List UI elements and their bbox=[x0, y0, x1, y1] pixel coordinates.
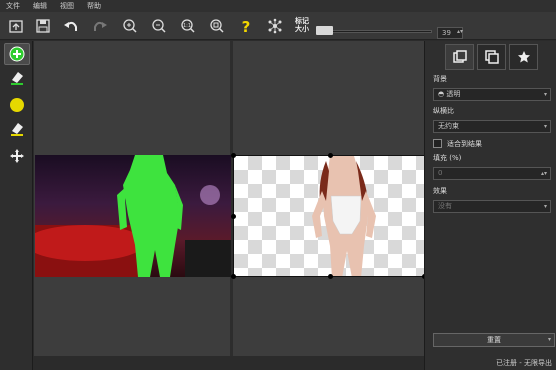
left-toolbar bbox=[0, 41, 33, 370]
effect-value: 没有 bbox=[438, 202, 452, 210]
chevron-down-icon: ▾ bbox=[543, 123, 547, 130]
padding-value: 0 bbox=[438, 169, 443, 177]
network-icon[interactable] bbox=[265, 16, 285, 36]
mark-size-label-line1: 标记 bbox=[295, 17, 309, 25]
crop-select[interactable]: 无约束 ▾ bbox=[433, 120, 551, 133]
crop-handle[interactable] bbox=[231, 153, 236, 158]
open-icon[interactable] bbox=[6, 16, 26, 36]
yellow-dot-icon[interactable] bbox=[4, 94, 30, 116]
menu-view[interactable]: 视图 bbox=[60, 1, 74, 11]
help-icon[interactable]: ? bbox=[236, 16, 256, 36]
crop-handle[interactable] bbox=[328, 274, 333, 279]
crop-handle[interactable] bbox=[231, 214, 236, 219]
padding-input[interactable]: 0 ▴▾ bbox=[433, 167, 551, 180]
chevron-down-icon: ▾ bbox=[543, 91, 547, 98]
save-icon[interactable] bbox=[33, 16, 53, 36]
menu-bar: 文件 编辑 视图 帮助 bbox=[0, 0, 556, 12]
padding-label: 填充 (%) bbox=[433, 154, 462, 162]
toolbar: 1:1 ? 标记 大小 39 ▴▾ bbox=[0, 12, 556, 40]
background-select[interactable]: ◓ 透明 ▾ bbox=[433, 88, 551, 101]
settings-panel: 背景 ◓ 透明 ▾ 纵横比 无约束 ▾ 适合到结果 填充 (%) 0 ▴▾ 效果… bbox=[424, 41, 556, 370]
crop-handle[interactable] bbox=[231, 274, 236, 279]
effect-select[interactable]: 没有 ▾ bbox=[433, 200, 551, 213]
effect-label: 效果 bbox=[433, 187, 447, 195]
background-eraser-icon[interactable] bbox=[4, 117, 30, 139]
menu-file[interactable]: 文件 bbox=[6, 1, 20, 11]
fit-to-result-label: 适合到结果 bbox=[447, 140, 482, 148]
redo-icon[interactable] bbox=[90, 16, 110, 36]
source-image[interactable] bbox=[35, 155, 231, 277]
mark-size-label-line2: 大小 bbox=[295, 25, 309, 33]
menu-edit[interactable]: 编辑 bbox=[33, 1, 47, 11]
zoom-actual-icon[interactable]: 1:1 bbox=[178, 16, 198, 36]
foreground-eraser-icon[interactable] bbox=[4, 66, 30, 88]
chevron-down-icon: ▾ bbox=[543, 203, 547, 210]
add-foreground-icon[interactable] bbox=[4, 43, 30, 65]
tab-copy-icon[interactable] bbox=[477, 44, 506, 70]
zoom-fit-icon[interactable] bbox=[207, 16, 227, 36]
result-image[interactable] bbox=[233, 155, 427, 277]
undo-icon[interactable] bbox=[61, 16, 81, 36]
mark-size-slider-track[interactable] bbox=[316, 30, 432, 33]
zoom-out-icon[interactable] bbox=[149, 16, 169, 36]
menu-help[interactable]: 帮助 bbox=[87, 1, 101, 11]
tab-star-icon[interactable] bbox=[509, 44, 538, 70]
transparent-icon: ◓ bbox=[438, 90, 445, 98]
status-text: 已注册 - 无限导出 bbox=[496, 359, 552, 367]
background-value: 透明 bbox=[446, 90, 461, 98]
spinbox-arrows-icon[interactable]: ▴▾ bbox=[457, 28, 463, 35]
crop-handle[interactable] bbox=[328, 153, 333, 158]
mark-size-slider-knob[interactable] bbox=[316, 26, 333, 35]
background-label: 背景 bbox=[433, 75, 447, 83]
crop-value: 无约束 bbox=[438, 122, 459, 130]
move-icon[interactable] bbox=[4, 145, 30, 167]
crop-label: 纵横比 bbox=[433, 107, 454, 115]
zoom-in-icon[interactable] bbox=[120, 16, 140, 36]
canvas-area bbox=[34, 41, 429, 356]
fit-to-result-checkbox[interactable] bbox=[433, 139, 442, 148]
chevron-down-icon: ▾ bbox=[547, 336, 551, 343]
tab-background-icon[interactable] bbox=[445, 44, 474, 70]
spinbox-arrows-icon: ▴▾ bbox=[540, 170, 547, 177]
svg-text:?: ? bbox=[242, 18, 251, 34]
reset-label: 重置 bbox=[487, 336, 501, 344]
mark-size-label: 标记 大小 bbox=[295, 17, 309, 33]
reset-button[interactable]: 重置 ▾ bbox=[433, 333, 555, 347]
svg-text:1:1: 1:1 bbox=[183, 23, 191, 29]
